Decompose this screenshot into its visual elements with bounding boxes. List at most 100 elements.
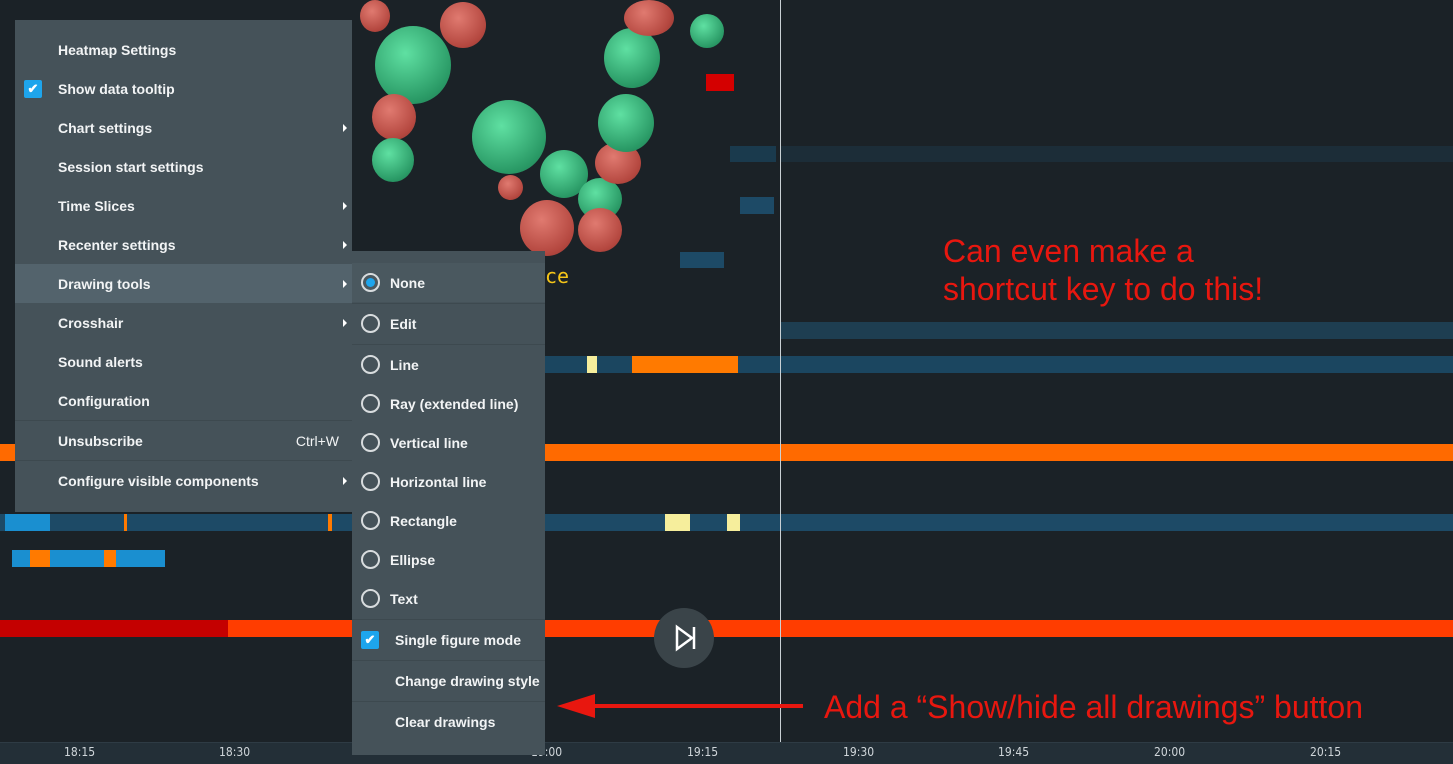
menu-item-unsubscribe[interactable]: Unsubscribe Ctrl+W [15, 421, 352, 460]
single-figure-mode-toggle[interactable]: ✔ Single figure mode [352, 620, 545, 659]
change-drawing-style-item[interactable]: Change drawing style [352, 661, 545, 700]
menu-item-time-slices[interactable]: Time Slices [15, 186, 352, 225]
time-tick: 18:30 [219, 745, 251, 759]
menu-label: Show data tooltip [58, 80, 175, 97]
heat-band [30, 550, 50, 567]
menu-label: Line [390, 356, 419, 373]
annotation-shortcut-note: Can even make a shortcut key to do this! [943, 232, 1263, 308]
menu-item-crosshair[interactable]: Crosshair [15, 303, 352, 342]
heat-band [0, 620, 228, 637]
radio-icon[interactable] [361, 550, 380, 569]
submenu-arrow-icon [343, 201, 347, 210]
menu-label: Chart settings [58, 119, 153, 136]
menu-label: Configure visible components [58, 472, 259, 489]
radio-icon[interactable] [361, 394, 380, 413]
heat-band [632, 356, 738, 373]
checkbox-checked-icon[interactable]: ✔ [361, 630, 379, 649]
menu-label: Recenter settings [58, 236, 176, 253]
radio-selected-icon[interactable] [361, 273, 380, 292]
menu-label: Crosshair [58, 314, 124, 331]
submenu-arrow-icon [343, 476, 347, 485]
annotation-button-note: Add a “Show/hide all drawings” button [824, 689, 1363, 725]
heat-band [665, 514, 690, 531]
heat-band [124, 514, 127, 531]
drawing-tool-line[interactable]: Line [352, 345, 545, 384]
radio-icon[interactable] [361, 355, 380, 374]
drawing-tools-submenu: None Edit Line Ray (extended line) Verti… [352, 251, 545, 755]
drawing-tool-horizontal-line[interactable]: Horizontal line [352, 462, 545, 501]
annotation-line: Can even make a [943, 233, 1194, 269]
context-menu: Heatmap Settings ✔ Show data tooltip Char… [15, 20, 352, 512]
time-tick: 19:45 [998, 745, 1030, 759]
menu-label: Unsubscribe [58, 432, 143, 449]
drawing-tool-text[interactable]: Text [352, 579, 545, 618]
menu-label: Configuration [58, 392, 150, 409]
heat-cell [740, 197, 774, 214]
menu-label: Text [390, 590, 418, 607]
skip-to-live-button[interactable] [654, 608, 714, 668]
menu-item-heatmap-settings[interactable]: Heatmap Settings [15, 30, 352, 69]
radio-icon[interactable] [361, 511, 380, 530]
menu-label: Edit [390, 315, 417, 332]
price-label: ce [545, 264, 570, 288]
menu-label: Ellipse [390, 551, 436, 568]
drawing-tool-none[interactable]: None [352, 263, 545, 302]
drawing-tool-rectangle[interactable]: Rectangle [352, 501, 545, 540]
menu-item-configure-visible-components[interactable]: Configure visible components [15, 461, 352, 500]
menu-label: Time Slices [58, 197, 135, 214]
heat-band [587, 356, 597, 373]
skip-forward-icon [675, 624, 696, 652]
menu-label: Change drawing style [395, 672, 540, 689]
drawing-tool-ray[interactable]: Ray (extended line) [352, 384, 545, 423]
submenu-arrow-icon [343, 123, 347, 132]
menu-label: Sound alerts [58, 353, 143, 370]
radio-icon[interactable] [361, 589, 380, 608]
menu-item-configuration[interactable]: Configuration [15, 381, 352, 420]
heat-cell [706, 74, 734, 91]
submenu-arrow-icon [343, 279, 347, 288]
drawing-tool-vertical-line[interactable]: Vertical line [352, 423, 545, 462]
menu-label: Ray (extended line) [390, 395, 519, 412]
radio-icon[interactable] [361, 472, 380, 491]
menu-item-show-data-tooltip[interactable]: ✔ Show data tooltip [15, 69, 352, 108]
menu-label: Single figure mode [395, 631, 522, 648]
time-tick: 20:00 [1154, 745, 1186, 759]
menu-label: Rectangle [390, 512, 457, 529]
checkbox-checked-icon[interactable]: ✔ [24, 79, 42, 98]
shortcut-label: Ctrl+W [295, 432, 339, 449]
menu-item-sound-alerts[interactable]: Sound alerts [15, 342, 352, 381]
menu-label: Clear drawings [395, 713, 496, 730]
menu-label: Drawing tools [58, 275, 151, 292]
clear-drawings-item[interactable]: Clear drawings [352, 702, 545, 741]
time-tick: 18:15 [64, 745, 96, 759]
menu-label: None [390, 274, 425, 291]
heat-band [780, 322, 1453, 339]
time-tick: 19:15 [687, 745, 719, 759]
radio-icon[interactable] [361, 433, 380, 452]
time-tick: 20:15 [1310, 745, 1342, 759]
heat-band [780, 146, 1453, 162]
heat-band [328, 514, 332, 531]
menu-item-drawing-tools[interactable]: Drawing tools [15, 264, 352, 303]
annotation-arrow-icon [557, 694, 803, 718]
menu-item-recenter-settings[interactable]: Recenter settings [15, 225, 352, 264]
submenu-arrow-icon [343, 318, 347, 327]
heat-band [104, 550, 116, 567]
drawing-tool-edit[interactable]: Edit [352, 304, 545, 343]
menu-label: Session start settings [58, 158, 204, 175]
menu-item-session-start-settings[interactable]: Session start settings [15, 147, 352, 186]
heat-band [5, 514, 50, 531]
menu-label: Heatmap Settings [58, 41, 177, 58]
menu-label: Vertical line [390, 434, 468, 451]
menu-item-chart-settings[interactable]: Chart settings [15, 108, 352, 147]
drawing-tool-ellipse[interactable]: Ellipse [352, 540, 545, 579]
crosshair-line [780, 0, 781, 764]
time-axis[interactable] [0, 742, 1453, 764]
heat-band [727, 514, 740, 531]
heat-cell [730, 146, 776, 162]
submenu-arrow-icon [343, 240, 347, 249]
heat-cell [680, 252, 724, 268]
time-tick: 19:30 [843, 745, 875, 759]
radio-icon[interactable] [361, 314, 380, 333]
annotation-line: shortcut key to do this! [943, 271, 1264, 307]
